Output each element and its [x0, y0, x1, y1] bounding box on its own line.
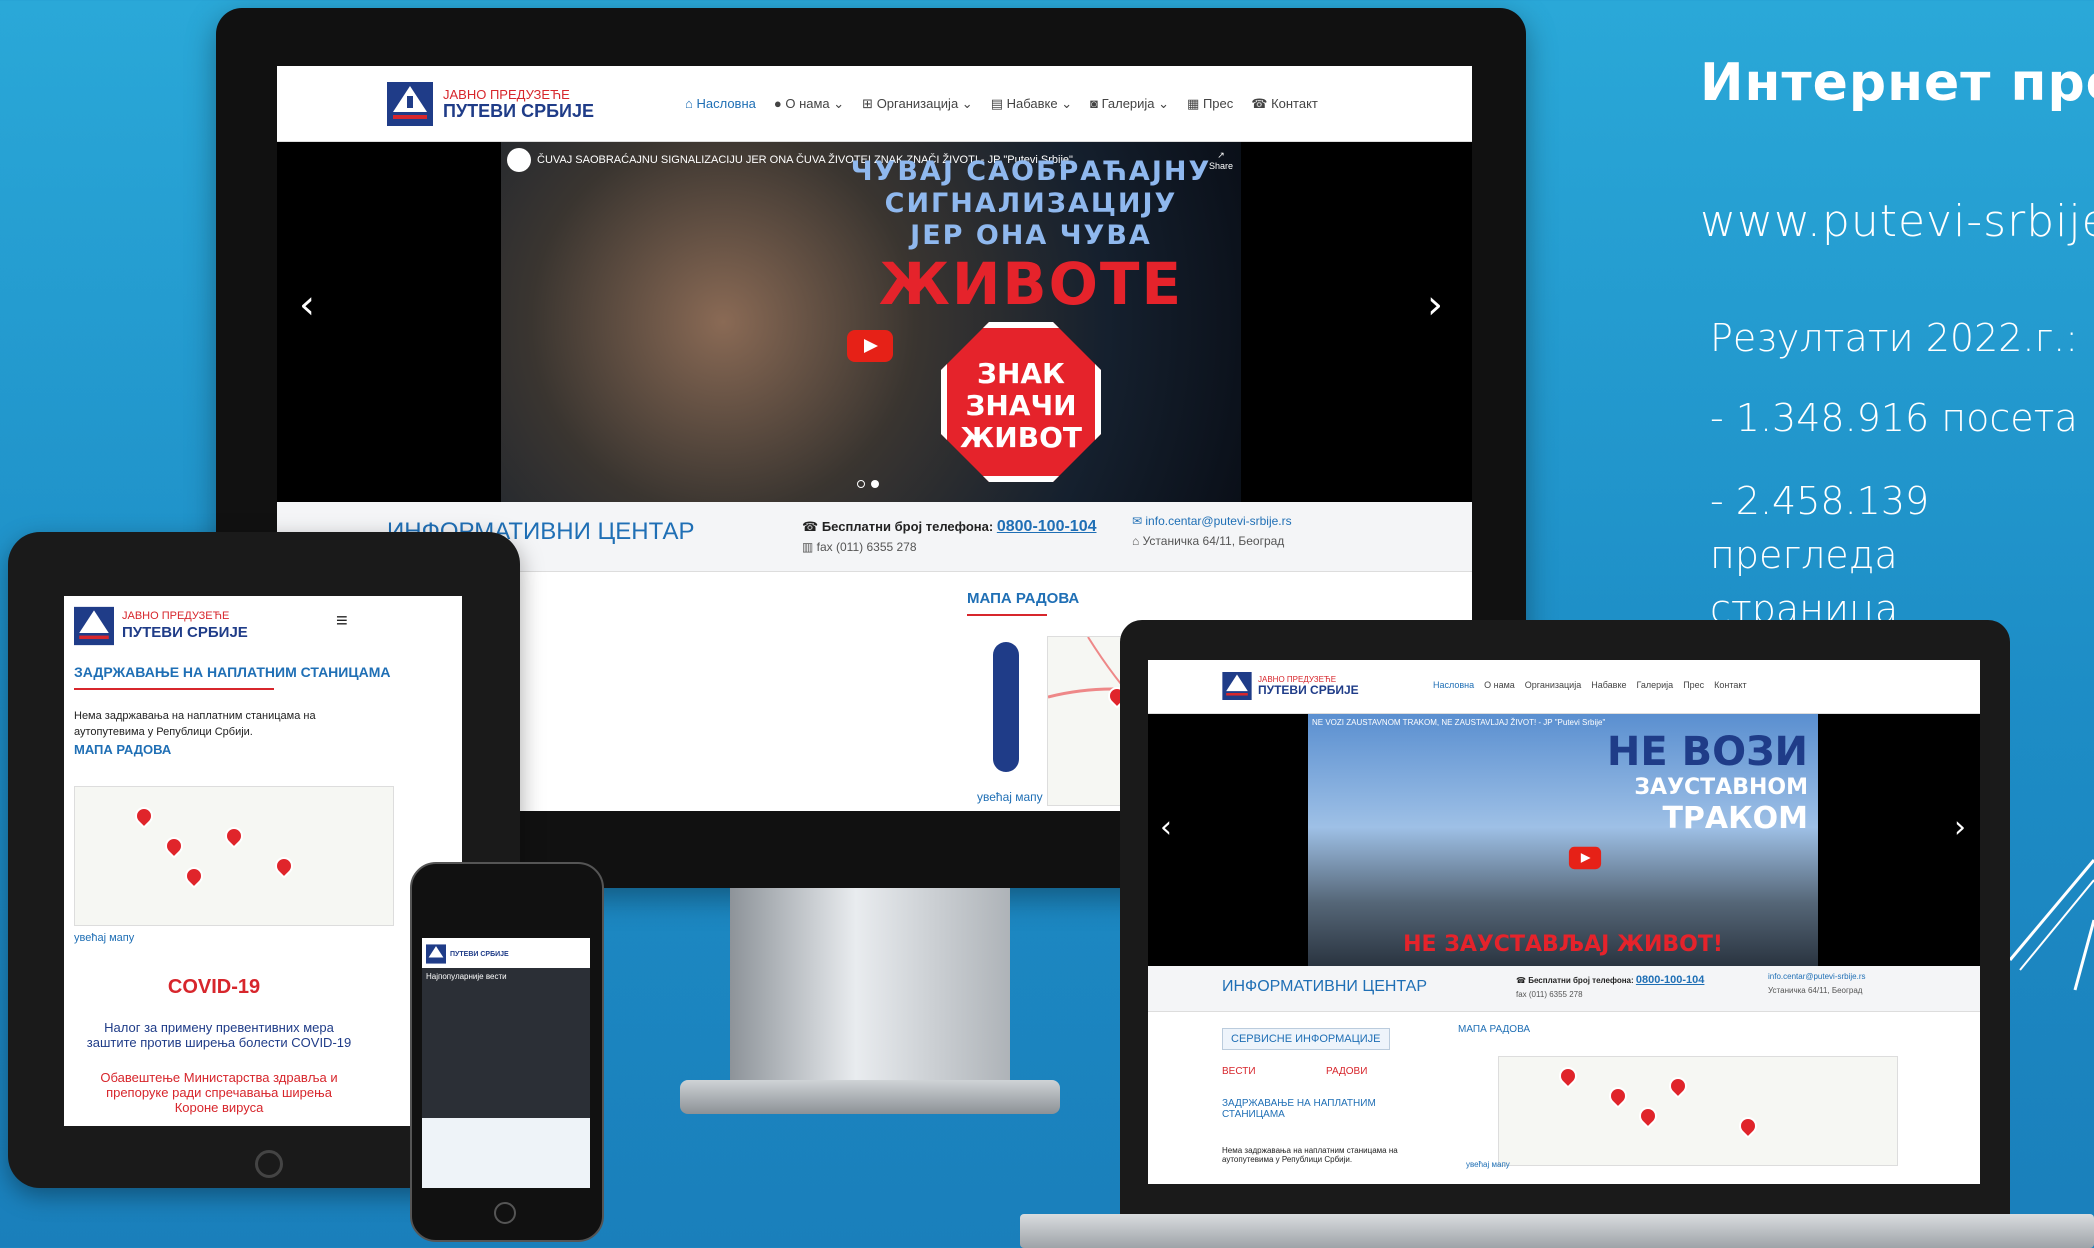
laptop-enlarge-map[interactable]: увећај мапу — [1466, 1160, 1510, 1169]
free-phone: ☎ Бесплатни број телефона: 0800-100-104 — [802, 518, 1097, 535]
map-zoom-control[interactable] — [993, 642, 1019, 772]
laptop-base — [1020, 1214, 2094, 1248]
headline-url: www.putevi-srbije.rs — [1700, 196, 2094, 247]
channel-avatar — [507, 148, 531, 172]
slider-dot[interactable] — [871, 480, 879, 488]
laptop-video-tagline: НЕ ЗАУСТАВЉАЈ ЖИВОТ! — [1403, 932, 1723, 957]
nav-contact[interactable]: Контакт — [1714, 680, 1746, 690]
headline-title: Интернет презентација — [1700, 53, 2094, 113]
site-logo[interactable]: ЈАВНО ПРЕДУЗЕЋЕ ПУТЕВИ СРБИЈЕ — [387, 82, 594, 126]
youtube-play-icon[interactable] — [847, 330, 893, 362]
slider-dot[interactable] — [857, 480, 865, 488]
email-link[interactable]: ✉ info.centar@putevi-srbije.rs — [1132, 514, 1292, 528]
phone-link[interactable]: 0800-100-104 — [997, 518, 1097, 535]
nav-about[interactable]: ● О нама ⌄ — [774, 96, 844, 112]
results-views: - 2.458.139 прегледа страница — [1710, 479, 1930, 631]
nav-organization[interactable]: Организација — [1525, 680, 1581, 690]
laptop-video-frame[interactable]: NE VOZI ZAUSTAVNOM TRAKOM, NE ZAUSTAVLJA… — [1308, 714, 1818, 966]
video-frame[interactable]: ČUVAJ SAOBRAĆAJNU SIGNALIZACIJU JER ONA … — [501, 142, 1241, 502]
site-header: ЈАВНО ПРЕДУЗЕЋЕ ПУТЕВИ СРБИЈЕ ⌂ Насловна… — [277, 66, 1472, 142]
hamburger-menu-icon[interactable]: ≡ — [336, 610, 348, 633]
phone-banner — [422, 1118, 590, 1188]
monitor-stand-base — [680, 1080, 1060, 1114]
covid-link-1[interactable]: Налог за примену превентивних мера зашти… — [84, 1020, 354, 1050]
youtube-play-icon[interactable] — [1568, 846, 1602, 870]
logo-mark-icon — [74, 606, 114, 646]
slider-prev-arrow[interactable]: ‹ — [299, 282, 315, 328]
nav-home[interactable]: ⌂ Насловна — [685, 96, 756, 112]
nav-about[interactable]: О нама — [1484, 680, 1515, 690]
phone-home-button — [494, 1202, 516, 1224]
laptop-toll-text: Нема задржавања на наплатним станицама н… — [1222, 1146, 1398, 1164]
nav-home[interactable]: Насловна — [1433, 680, 1474, 690]
slider-dots — [857, 480, 879, 488]
toll-title: ЗАДРЖАВАЊЕ НА НАПЛАТНИМ СТАНИЦАМА — [74, 664, 391, 680]
laptop-map-title: МАПА РАДОВА — [1458, 1024, 1531, 1035]
laptop-site-header: ЈАВНО ПРЕДУЗЕЋЕ ПУТЕВИ СРБИЈЕ Насловна О … — [1148, 660, 1980, 714]
enlarge-map-link[interactable]: увећај мапу — [977, 790, 1043, 804]
logo-text-top: ЈАВНО ПРЕДУЗЕЋЕ — [443, 86, 570, 102]
nav-procurement[interactable]: ▤ Набавке ⌄ — [991, 96, 1072, 112]
slider-next-arrow[interactable]: › — [1954, 810, 1966, 845]
covid-link-2[interactable]: Обавештење Министарства здравља и препор… — [84, 1070, 354, 1115]
nav-press[interactable]: Прес — [1683, 680, 1704, 690]
tablet-home-button — [255, 1150, 283, 1178]
works-tab[interactable]: РАДОВИ — [1326, 1066, 1367, 1077]
tablet-works-map[interactable] — [74, 786, 394, 926]
laptop-video-slider: ‹ › NE VOZI ZAUSTAVNOM TRAKOM, NE ZAUSTA… — [1148, 714, 1980, 966]
phone-logo[interactable]: ПУТЕВИ СРБИЈЕ — [426, 944, 509, 964]
video-slider: ‹ › ČUVAJ SAOBRAĆAJNU SIGNALIZACIJU JER … — [277, 142, 1472, 502]
fax: ▥ fax (011) 6355 278 — [802, 540, 917, 554]
results-visits: - 1.348.916 посета — [1710, 396, 2078, 440]
stop-sign: ЗНАК ЗНАЧИ ЖИВОТ — [941, 322, 1101, 482]
laptop-site-logo[interactable]: ЈАВНО ПРЕДУЗЕЋЕ ПУТЕВИ СРБИЈЕ — [1222, 672, 1359, 700]
laptop-video-caption: NE VOZI ZAUSTAVNOM TRAKOM, NE ZAUSTAVLJA… — [1312, 718, 1606, 727]
slider-next-arrow[interactable]: › — [1427, 282, 1443, 328]
tablet-map-title: МАПА РАДОВА — [74, 742, 172, 757]
tablet-screen: ЈАВНО ПРЕДУЗЕЋЕ ПУТЕВИ СРБИЈЕ ≡ ЗАДРЖАВАЊ… — [64, 596, 462, 1126]
toll-underline — [74, 688, 274, 690]
monitor-stand — [730, 888, 1010, 1088]
toll-text: Нема задржавања на наплатним станицама н… — [74, 710, 316, 738]
laptop-screen: ЈАВНО ПРЕДУЗЕЋЕ ПУТЕВИ СРБИЈЕ Насловна О … — [1148, 660, 1980, 1184]
nav-organization[interactable]: ⊞ Организација ⌄ — [862, 96, 973, 112]
nav-gallery[interactable]: Галерија — [1637, 680, 1674, 690]
nav-press[interactable]: ▦ Прес — [1187, 96, 1233, 112]
nav-procurement[interactable]: Набавке — [1591, 680, 1626, 690]
laptop-works-map[interactable] — [1498, 1056, 1898, 1166]
nav-contact[interactable]: ☎ Контакт — [1251, 96, 1318, 112]
tablet-logo[interactable]: ЈАВНО ПРЕДУЗЕЋЕ ПУТЕВИ СРБИЈЕ — [74, 606, 248, 646]
covid-title: COVID-19 — [167, 976, 261, 998]
news-tab[interactable]: ВЕСТИ — [1222, 1066, 1256, 1077]
phone-news-header: Најпопуларније вести — [426, 972, 507, 981]
logo-mark-icon — [426, 944, 446, 964]
logo-mark-icon — [1222, 672, 1252, 700]
logo-mark-icon — [387, 82, 433, 126]
address: ⌂ Устаничка 64/11, Београд — [1132, 534, 1285, 548]
logo-text-bottom: ПУТЕВИ СРБИЈЕ — [443, 100, 594, 121]
phone-screen: ПУТЕВИ СРБИЈЕ Најпопуларније вести — [422, 938, 590, 1188]
map-title: МАПА РАДОВА — [967, 590, 1080, 607]
decorative-lines — [2008, 859, 2094, 991]
laptop-info-bar: ИНФОРМАТИВНИ ЦЕНТАР ☎ Бесплатни број тел… — [1148, 966, 1980, 1012]
laptop-video-headline: НЕ ВОЗИ ЗАУСТАВНОМ ТРАКОМ — [1606, 729, 1808, 836]
video-headline: ЧУВАЈ САОБРАЋАЈНУ СИГНАЛИЗАЦИЈУ ЈЕР ОНА … — [850, 156, 1212, 318]
results-label: Резултати 2022.г.: — [1710, 316, 2079, 360]
slider-prev-arrow[interactable]: ‹ — [1160, 810, 1172, 845]
main-nav: ⌂ Насловна ● О нама ⌄ ⊞ Организација ⌄ ▤… — [685, 96, 1318, 112]
laptop-toll-title: ЗАДРЖАВАЊЕ НА НАПЛАТНИМ СТАНИЦАМА — [1222, 1098, 1376, 1120]
map-title-underline — [967, 614, 1047, 616]
phone-news-panel: Најпопуларније вести — [422, 968, 590, 1118]
laptop-nav: Насловна О нама Организација Набавке Гал… — [1433, 680, 1747, 690]
nav-gallery[interactable]: ◙ Галерија ⌄ — [1090, 96, 1169, 112]
service-info-tab[interactable]: СЕРВИСНЕ ИНФОРМАЦИЈЕ — [1222, 1028, 1390, 1050]
tablet-enlarge-map[interactable]: увећај мапу — [74, 932, 134, 944]
